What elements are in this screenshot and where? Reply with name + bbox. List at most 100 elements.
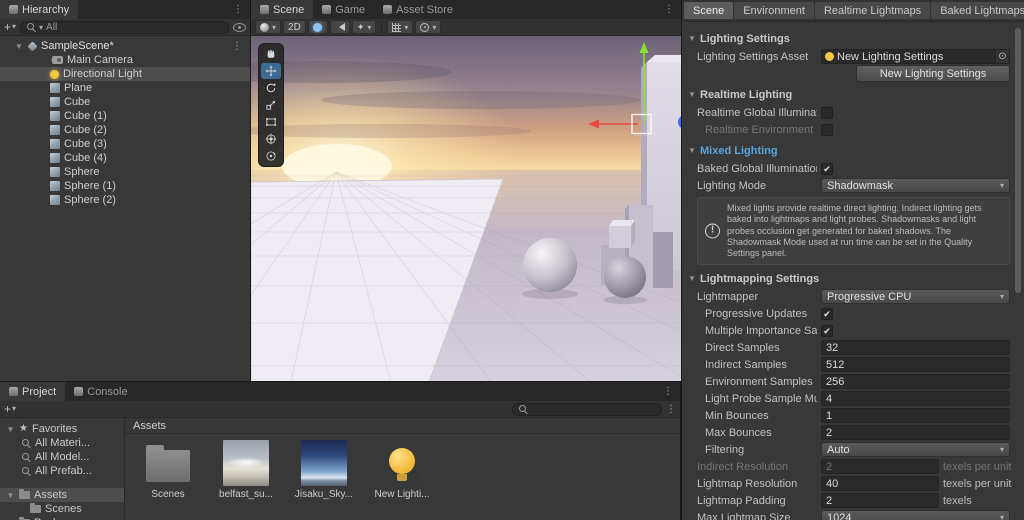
- multiple-importance-sampling-checkbox[interactable]: ✔: [821, 324, 833, 337]
- asset-item-new-lighti[interactable]: ⚙ New Lighti...: [369, 440, 435, 500]
- indirect-samples-field[interactable]: 512: [821, 357, 1010, 373]
- foldout-icon[interactable]: ▼: [14, 42, 24, 51]
- lighting-tab-realtime-lightmaps[interactable]: Realtime Lightmaps: [814, 2, 931, 19]
- scene-more-icon[interactable]: ⋮: [664, 4, 674, 15]
- transform-tool-button[interactable]: [261, 131, 281, 147]
- max-bounces-field[interactable]: 2: [821, 425, 1010, 441]
- project-toolbar-options-icon[interactable]: ⋮: [666, 404, 676, 415]
- lightmapper-dropdown[interactable]: Progressive CPU ▾: [821, 289, 1010, 305]
- foldout-icon[interactable]: ▼: [686, 146, 698, 155]
- section-header-lighting-settings[interactable]: ▼ Lighting Settings: [682, 29, 1024, 48]
- 2d-toggle-button[interactable]: 2D: [283, 20, 306, 34]
- lighting-scrollbar[interactable]: [1013, 24, 1023, 518]
- project-search-input[interactable]: [512, 402, 662, 416]
- hierarchy-item-sphere-1[interactable]: Sphere (1): [0, 179, 250, 193]
- tab-hierarchy[interactable]: Hierarchy: [0, 0, 79, 19]
- direct-samples-field[interactable]: 32: [821, 340, 1010, 356]
- foldout-icon[interactable]: ▼: [6, 425, 15, 434]
- search-filter-text: All: [46, 21, 58, 33]
- assets-folder-row[interactable]: ▼ Assets: [0, 488, 124, 502]
- filtering-dropdown[interactable]: Auto ▾: [821, 442, 1010, 458]
- create-asset-button[interactable]: + ▾: [4, 403, 16, 415]
- grid-visibility-dropdown[interactable]: ▾: [387, 20, 414, 34]
- favorite-item-all-model[interactable]: All Model...: [0, 450, 124, 464]
- project-more-icon[interactable]: ⋮: [663, 386, 673, 397]
- realtime-global-illumination-checkbox[interactable]: [821, 106, 833, 119]
- tab-console[interactable]: Console: [65, 382, 136, 401]
- hierarchy-more-icon[interactable]: ⋮: [233, 4, 243, 15]
- lighting-tab-environment[interactable]: Environment: [734, 2, 814, 19]
- setting-row-direct-samples: Direct Samples 32: [682, 339, 1010, 356]
- tab-project[interactable]: Project: [0, 382, 66, 401]
- asset-item-scenes[interactable]: Scenes: [135, 440, 201, 500]
- progressive-updates-checkbox[interactable]: ✔: [821, 307, 833, 320]
- scale-tool-button[interactable]: [261, 97, 281, 113]
- favorite-item-all-prefab[interactable]: All Prefab...: [0, 464, 124, 478]
- packages-row[interactable]: ▶Packages: [0, 516, 124, 520]
- create-object-button[interactable]: + ▾: [4, 21, 16, 33]
- hierarchy-item-sphere[interactable]: Sphere: [0, 165, 250, 179]
- view-tool-button[interactable]: [261, 46, 281, 62]
- rotate-tool-button[interactable]: [261, 80, 281, 96]
- section-header-mixed-lighting[interactable]: ▼ Mixed Lighting: [682, 141, 1024, 160]
- environment-samples-field[interactable]: 256: [821, 374, 1010, 390]
- scrollbar-thumb[interactable]: [1015, 28, 1021, 293]
- asset-item-jisaku-sky[interactable]: Jisaku_Sky...: [291, 440, 357, 500]
- lighting-settings-asset-field[interactable]: New Lighting Settings ⊙: [821, 49, 1010, 64]
- draw-mode-dropdown[interactable]: ▾: [255, 20, 282, 34]
- tab-game[interactable]: Game: [313, 0, 374, 19]
- item-label: Sphere: [64, 166, 100, 178]
- lighting-tab-scene[interactable]: Scene: [684, 2, 734, 19]
- foldout-icon[interactable]: ▼: [6, 491, 15, 500]
- object-picker-icon[interactable]: ⊙: [995, 50, 1009, 63]
- scene-lighting-toggle[interactable]: [307, 20, 328, 34]
- section-header-lightmapping-settings[interactable]: ▼ Lightmapping Settings: [682, 269, 1024, 288]
- hierarchy-item-main-camera[interactable]: Main Camera: [0, 53, 250, 67]
- hierarchy-item-sphere-2[interactable]: Sphere (2): [0, 193, 250, 207]
- scene-options-icon[interactable]: ⋮: [232, 41, 250, 52]
- lighting-tab-baked-lightmaps[interactable]: Baked Lightmaps: [931, 2, 1024, 19]
- hierarchy-item-cube-1[interactable]: Cube (1): [0, 109, 250, 123]
- asset-item-belfast-su[interactable]: belfast_su...: [213, 440, 279, 500]
- tab-scene[interactable]: Scene: [251, 0, 314, 19]
- tab-asset-store[interactable]: Asset Store: [374, 0, 462, 19]
- hierarchy-item-cube[interactable]: Cube: [0, 95, 250, 109]
- audio-toggle-button[interactable]: [329, 20, 350, 34]
- move-tool-button[interactable]: [261, 63, 281, 79]
- effects-dropdown[interactable]: ✦ ▾: [351, 20, 377, 34]
- favorite-item-all-materi[interactable]: All Materi...: [0, 436, 124, 450]
- visibility-eye-icon[interactable]: [233, 22, 246, 32]
- setting-label: Indirect Samples: [705, 358, 787, 371]
- hierarchy-search-input[interactable]: ▾ All: [20, 20, 229, 34]
- scene-3d-canvas[interactable]: [251, 36, 681, 382]
- hierarchy-item-cube-2[interactable]: Cube (2): [0, 123, 250, 137]
- min-bounces-field[interactable]: 1: [821, 408, 1010, 424]
- realtime-environment-checkbox[interactable]: [821, 123, 833, 136]
- sphere-object[interactable]: [604, 256, 646, 298]
- rect-tool-button[interactable]: [261, 114, 281, 130]
- hierarchy-item-cube-4[interactable]: Cube (4): [0, 151, 250, 165]
- new-lighting-settings-button[interactable]: New Lighting Settings: [856, 65, 1010, 82]
- light-probe-sample-multiplier-field[interactable]: 4: [821, 391, 1010, 407]
- scene-viewport[interactable]: [251, 36, 681, 382]
- section-header-realtime-lighting[interactable]: ▼ Realtime Lighting: [682, 85, 1024, 104]
- baked-global-illumination-checkbox[interactable]: ✔: [821, 162, 833, 175]
- hierarchy-scene-row[interactable]: ▼ SampleScene* ⋮: [0, 39, 250, 53]
- sphere-object[interactable]: [523, 238, 577, 292]
- folder-row-scenes[interactable]: Scenes: [0, 502, 124, 516]
- hierarchy-item-plane[interactable]: Plane: [0, 81, 250, 95]
- max-lightmap-size-dropdown[interactable]: 1024 ▾: [821, 510, 1010, 520]
- hierarchy-item-directional-light[interactable]: Directional Light: [0, 67, 250, 81]
- hierarchy-item-cube-3[interactable]: Cube (3): [0, 137, 250, 151]
- gizmos-dropdown[interactable]: ▾: [415, 20, 442, 34]
- foldout-icon[interactable]: ▼: [686, 34, 698, 43]
- favorites-row[interactable]: ▼ ★ Favorites: [0, 422, 124, 436]
- lightmap-resolution-field[interactable]: 40: [821, 476, 939, 492]
- foldout-icon[interactable]: ▼: [686, 274, 698, 283]
- lightmap-padding-field[interactable]: 2: [821, 493, 939, 509]
- foldout-icon[interactable]: ▼: [686, 90, 698, 99]
- indirect-resolution-field[interactable]: 2: [821, 459, 939, 475]
- custom-tool-button[interactable]: [261, 148, 281, 164]
- search-icon: [22, 452, 31, 462]
- lighting-mode-dropdown[interactable]: Shadowmask ▾: [821, 178, 1010, 193]
